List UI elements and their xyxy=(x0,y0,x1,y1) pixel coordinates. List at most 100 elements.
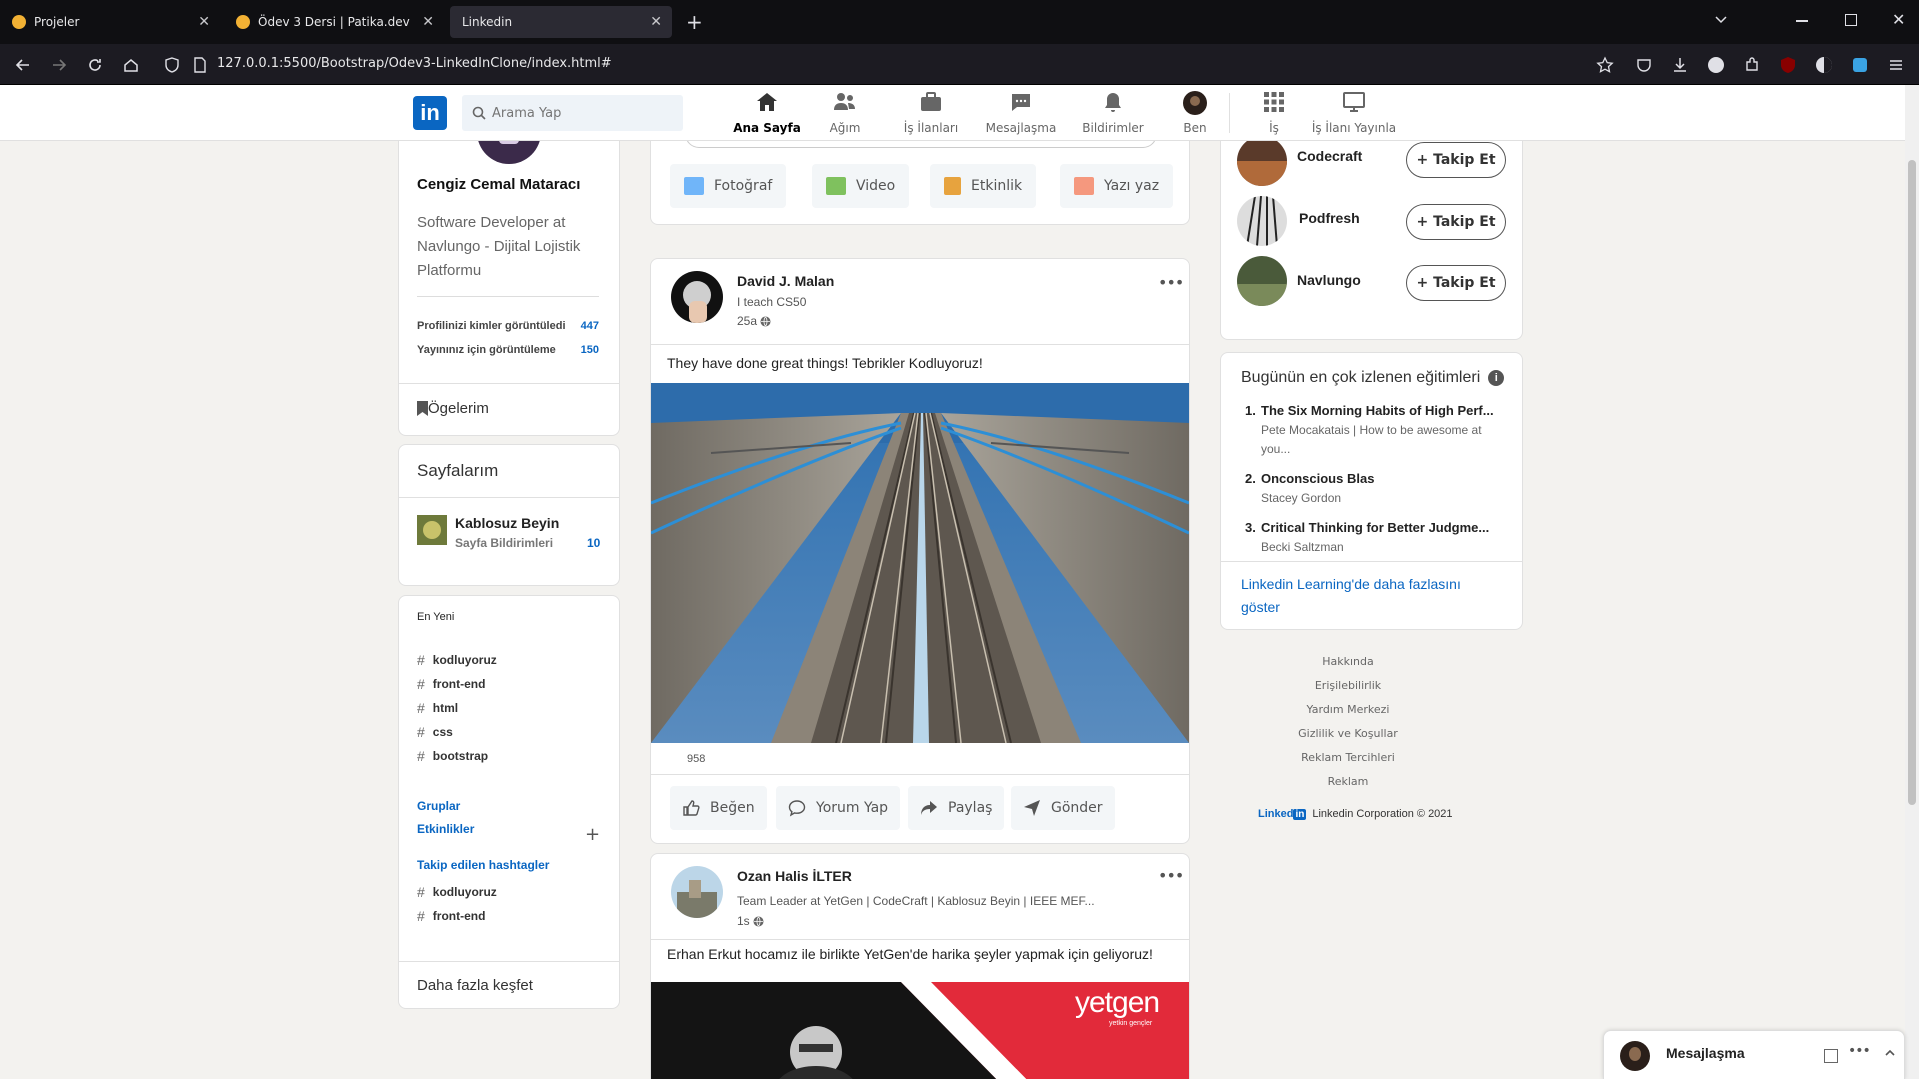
close-tab-icon[interactable]: ✕ xyxy=(422,14,434,30)
browser-tab-linkedin[interactable]: Linkedin ✕ xyxy=(450,6,672,38)
extension-e-icon[interactable] xyxy=(1707,56,1725,74)
podfresh-logo[interactable] xyxy=(1237,196,1287,246)
close-tab-icon[interactable]: ✕ xyxy=(198,14,210,30)
like-button[interactable]: Beğen xyxy=(670,786,767,830)
follow-button[interactable]: + Takip Et xyxy=(1406,142,1506,178)
minimize-icon[interactable] xyxy=(1796,20,1808,22)
course-item[interactable]: 1. The Six Morning Habits of High Perf...… xyxy=(1245,403,1515,459)
follow-name[interactable]: Navlungo xyxy=(1297,272,1361,288)
nav-jobs[interactable]: İş İlanları xyxy=(890,85,972,141)
like-count[interactable]: 958 xyxy=(687,753,705,765)
url-bar[interactable]: 127.0.0.1:5500/Bootstrap/Odev3-LinkedInC… xyxy=(217,56,612,71)
post-image[interactable] xyxy=(651,383,1189,743)
menu-icon[interactable] xyxy=(1887,56,1905,74)
send-button[interactable]: Gönder xyxy=(1011,786,1115,830)
course-item[interactable]: 2. Onconscious Blas Stacey Gordon xyxy=(1245,471,1515,508)
nav-me[interactable]: Ben xyxy=(1170,85,1220,141)
search-box[interactable] xyxy=(462,95,683,131)
course-item[interactable]: 3. Critical Thinking for Better Judgme...… xyxy=(1245,520,1515,557)
linkedin-logo[interactable]: in xyxy=(413,96,447,130)
hashtag-item[interactable]: # kodluyoruz xyxy=(417,648,597,672)
bookmark-star-icon[interactable] xyxy=(1596,56,1614,74)
nav-network[interactable]: Ağım xyxy=(815,85,875,141)
footer-link[interactable]: Reklam Tercihleri xyxy=(1228,751,1468,764)
page-notifications[interactable]: Sayfa Bildirimleri xyxy=(455,536,553,550)
followed-hashtags-link[interactable]: Takip edilen hashtagler xyxy=(417,858,549,872)
browser-tab-projeler[interactable]: Projeler ✕ xyxy=(0,6,220,38)
stat-profile-views[interactable]: Profilinizi kimler görüntüledi 447 xyxy=(417,320,599,332)
photo-button[interactable]: Fotoğraf xyxy=(670,164,787,208)
page-name[interactable]: Kablosuz Beyin xyxy=(455,515,559,531)
footer-link[interactable]: Reklam xyxy=(1228,775,1468,788)
close-tab-icon[interactable]: ✕ xyxy=(650,14,662,30)
hashtag-item[interactable]: # front-end xyxy=(417,904,597,928)
shield-icon[interactable] xyxy=(163,56,181,74)
scrollbar-thumb[interactable] xyxy=(1908,160,1916,805)
chevron-up-icon[interactable] xyxy=(1884,1047,1896,1059)
profile-name[interactable]: Cengiz Cemal Mataracı xyxy=(417,176,580,193)
close-window-icon[interactable]: ✕ xyxy=(1892,10,1905,29)
new-tab-icon[interactable]: + xyxy=(686,10,703,34)
share-button[interactable]: Paylaş xyxy=(908,786,1005,830)
comment-button[interactable]: Yorum Yap xyxy=(776,786,901,830)
more-options-icon[interactable]: ••• xyxy=(1158,866,1184,885)
follow-button[interactable]: + Takip Et xyxy=(1406,265,1506,301)
hashtag-item[interactable]: # bootstrap xyxy=(417,744,597,768)
compose-icon[interactable] xyxy=(1824,1049,1838,1063)
more-options-icon[interactable]: ••• xyxy=(1158,273,1184,292)
hashtag-item[interactable]: # css xyxy=(417,720,597,744)
ublock-icon[interactable] xyxy=(1779,56,1797,74)
messaging-dock[interactable]: Mesajlaşma ••• xyxy=(1603,1030,1905,1079)
dark-reader-icon[interactable] xyxy=(1815,56,1833,74)
recent-card: En Yeni # kodluyoruz # front-end # html # cs… xyxy=(398,595,620,1009)
reload-icon[interactable] xyxy=(86,56,104,74)
nav-post-job[interactable]: İş İlanı Yayınla xyxy=(1304,85,1404,141)
author-name[interactable]: David J. Malan xyxy=(737,273,834,289)
browser-tab-patika[interactable]: Ödev 3 Dersi | Patika.dev ✕ xyxy=(224,6,444,38)
more-options-icon[interactable]: ••• xyxy=(1848,1043,1871,1059)
back-icon[interactable] xyxy=(14,56,32,74)
groups-link[interactable]: Gruplar xyxy=(417,799,460,813)
video-button[interactable]: Video xyxy=(812,164,910,208)
navlungo-logo[interactable] xyxy=(1237,256,1287,306)
extensions-icon[interactable] xyxy=(1743,56,1761,74)
forward-icon[interactable] xyxy=(50,56,68,74)
footer-link[interactable]: Yardım Merkezi xyxy=(1228,703,1468,716)
nav-home[interactable]: Ana Sayfa xyxy=(727,85,807,141)
learning-more-link[interactable]: Linkedin Learning'de daha fazlasını göst… xyxy=(1241,573,1491,619)
footer-link[interactable]: Hakkında xyxy=(1228,655,1468,668)
hashtag-item[interactable]: # kodluyoruz xyxy=(417,880,597,904)
nav-notifications[interactable]: Bildirimler xyxy=(1073,85,1153,141)
author-name[interactable]: Ozan Halis İLTER xyxy=(737,868,852,884)
hashtag-item[interactable]: # html xyxy=(417,696,597,720)
tab-list-icon[interactable] xyxy=(1714,13,1728,27)
footer-link[interactable]: Erişilebilirlik xyxy=(1228,679,1468,692)
my-items-link[interactable]: Ögelerim xyxy=(417,400,489,417)
event-button[interactable]: Etkinlik xyxy=(930,164,1037,208)
author-avatar[interactable] xyxy=(671,271,723,323)
author-avatar[interactable] xyxy=(671,866,723,918)
events-link[interactable]: Etkinlikler xyxy=(417,822,474,836)
post-time: 1s xyxy=(737,914,764,928)
info-icon[interactable]: i xyxy=(1488,370,1505,386)
hashtag-item[interactable]: # front-end xyxy=(417,672,597,696)
pocket-icon[interactable] xyxy=(1635,56,1653,74)
codecraft-logo[interactable] xyxy=(1237,136,1287,186)
restore-icon[interactable] xyxy=(1845,14,1857,26)
stat-post-views[interactable]: Yayınınız için görüntüleme 150 xyxy=(417,344,599,356)
follow-name[interactable]: Podfresh xyxy=(1299,210,1360,226)
nav-work[interactable]: İş xyxy=(1250,85,1298,141)
footer-link[interactable]: Gizlilik ve Koşullar xyxy=(1228,727,1468,740)
follow-button[interactable]: + Takip Et xyxy=(1406,204,1506,240)
add-event-icon[interactable]: + xyxy=(585,824,600,845)
home-browser-icon[interactable] xyxy=(122,56,140,74)
discover-more-link[interactable]: Daha fazla keşfet xyxy=(417,977,533,994)
search-input[interactable] xyxy=(492,105,672,121)
nav-messaging[interactable]: Mesajlaşma xyxy=(980,85,1062,141)
download-icon[interactable] xyxy=(1671,56,1689,74)
post-image[interactable]: yetgen yetkin gençler xyxy=(651,982,1189,1079)
extension-blue-icon[interactable] xyxy=(1851,56,1869,74)
write-article-button[interactable]: Yazı yaz xyxy=(1060,164,1174,208)
follow-name[interactable]: Codecraft xyxy=(1297,148,1362,164)
page-logo[interactable] xyxy=(417,515,447,545)
